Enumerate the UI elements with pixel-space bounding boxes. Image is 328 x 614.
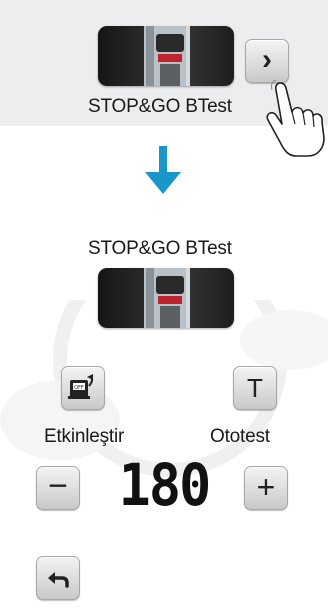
device-label-top: STOP&GO BTest (88, 96, 232, 117)
breaker-reset-icon: OFF (68, 374, 94, 399)
decrement-button[interactable]: − (36, 466, 80, 510)
autotest-label: Ototest (210, 426, 270, 447)
hand-pointer-icon (266, 79, 325, 157)
enable-label: Etkinleştir (44, 426, 125, 447)
device-thumbnail-main (98, 268, 234, 328)
back-arrow-icon (48, 572, 69, 588)
autotest-t-glyph: T (247, 372, 263, 403)
chevron-right-icon: › (262, 42, 272, 76)
device-thumbnail-top (98, 26, 234, 86)
arrow-down-icon (145, 146, 181, 194)
back-button[interactable] (36, 556, 80, 600)
increment-button[interactable]: + (244, 466, 288, 510)
plus-icon: + (256, 468, 276, 505)
counter-display: 180 (118, 451, 212, 519)
autotest-button[interactable]: T (233, 366, 277, 410)
svg-text:OFF: OFF (74, 385, 84, 391)
minus-icon: − (48, 467, 68, 505)
enable-button[interactable]: OFF (61, 366, 105, 410)
next-button[interactable]: › (245, 39, 289, 83)
device-label-main: STOP&GO BTest (88, 238, 232, 259)
